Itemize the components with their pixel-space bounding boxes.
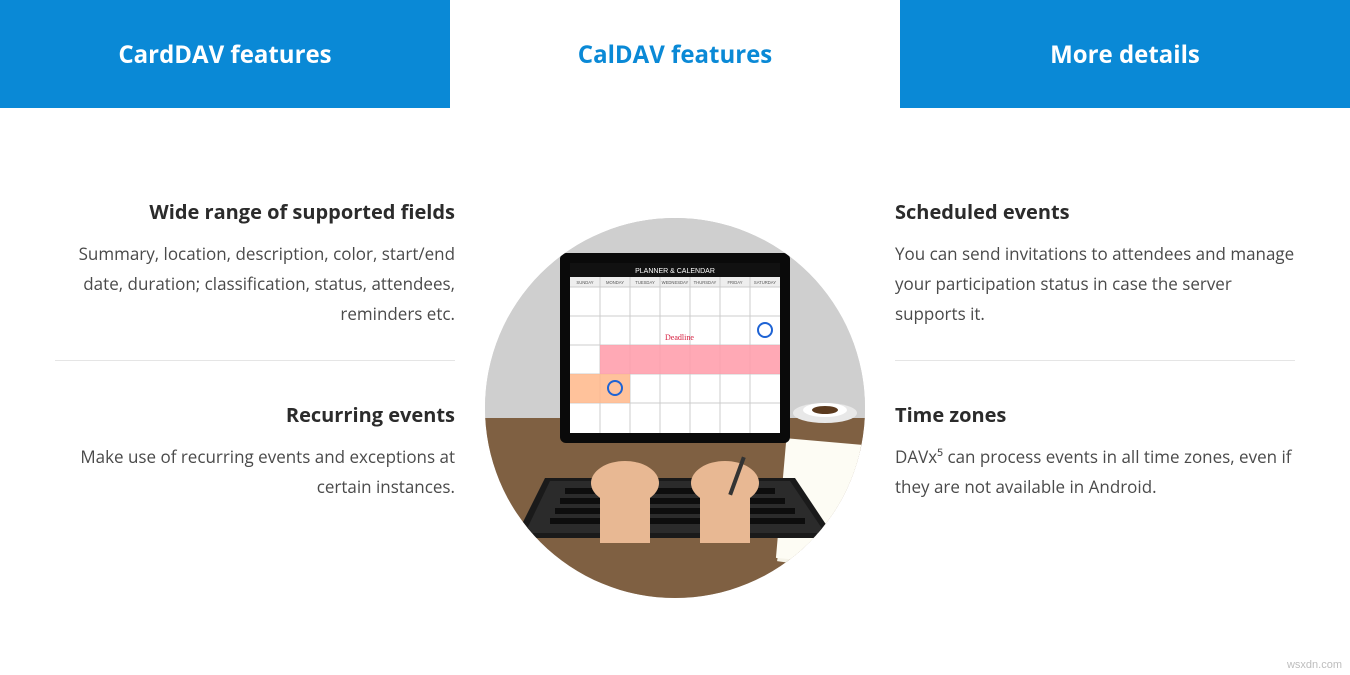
center-column: PLANNER & CALENDAR SUNDAY MONDAY TUESDAY…: [485, 198, 865, 598]
feature-body: You can send invitations to attendees an…: [895, 239, 1295, 328]
feature-title: Recurring events: [55, 401, 455, 428]
svg-text:SATURDAY: SATURDAY: [754, 280, 776, 285]
feature-body: Make use of recurring events and excepti…: [55, 442, 455, 502]
feature-title: Scheduled events: [895, 198, 1295, 225]
right-column: Scheduled events You can send invitation…: [895, 198, 1295, 534]
left-column: Wide range of supported fields Summary, …: [55, 198, 455, 534]
feature-time-zones: Time zones DAVx⁵ can process events in a…: [895, 401, 1295, 534]
watermark: wsxdn.com: [1287, 659, 1342, 671]
feature-title: Wide range of supported fields: [55, 198, 455, 225]
tab-carddav[interactable]: CardDAV features: [0, 0, 450, 108]
feature-supported-fields: Wide range of supported fields Summary, …: [55, 198, 455, 360]
feature-image: PLANNER & CALENDAR SUNDAY MONDAY TUESDAY…: [485, 218, 865, 598]
feature-title: Time zones: [895, 401, 1295, 428]
tab-label: More details: [1050, 38, 1200, 71]
feature-body: Summary, location, description, color, s…: [55, 239, 455, 328]
svg-text:WEDNESDAY: WEDNESDAY: [662, 280, 689, 285]
tab-label: CardDAV features: [118, 38, 331, 71]
svg-text:MONDAY: MONDAY: [606, 280, 624, 285]
tabs-bar: CardDAV features CalDAV features More de…: [0, 0, 1350, 108]
feature-body: DAVx⁵ can process events in all time zon…: [895, 442, 1295, 502]
svg-text:FRIDAY: FRIDAY: [727, 280, 742, 285]
divider: [55, 360, 455, 361]
divider: [895, 360, 1295, 361]
svg-text:THURSDAY: THURSDAY: [694, 280, 717, 285]
svg-text:Deadline: Deadline: [665, 333, 694, 342]
calendar-laptop-icon: PLANNER & CALENDAR SUNDAY MONDAY TUESDAY…: [485, 218, 865, 598]
calendar-caption: PLANNER & CALENDAR: [635, 268, 715, 275]
feature-recurring-events: Recurring events Make use of recurring e…: [55, 401, 455, 534]
tab-label: CalDAV features: [578, 38, 772, 71]
svg-text:SUNDAY: SUNDAY: [576, 280, 593, 285]
content-area: Wide range of supported fields Summary, …: [0, 108, 1350, 598]
tab-more-details[interactable]: More details: [900, 0, 1350, 108]
svg-text:TUESDAY: TUESDAY: [635, 280, 655, 285]
feature-scheduled-events: Scheduled events You can send invitation…: [895, 198, 1295, 360]
tab-caldav[interactable]: CalDAV features: [450, 0, 900, 108]
